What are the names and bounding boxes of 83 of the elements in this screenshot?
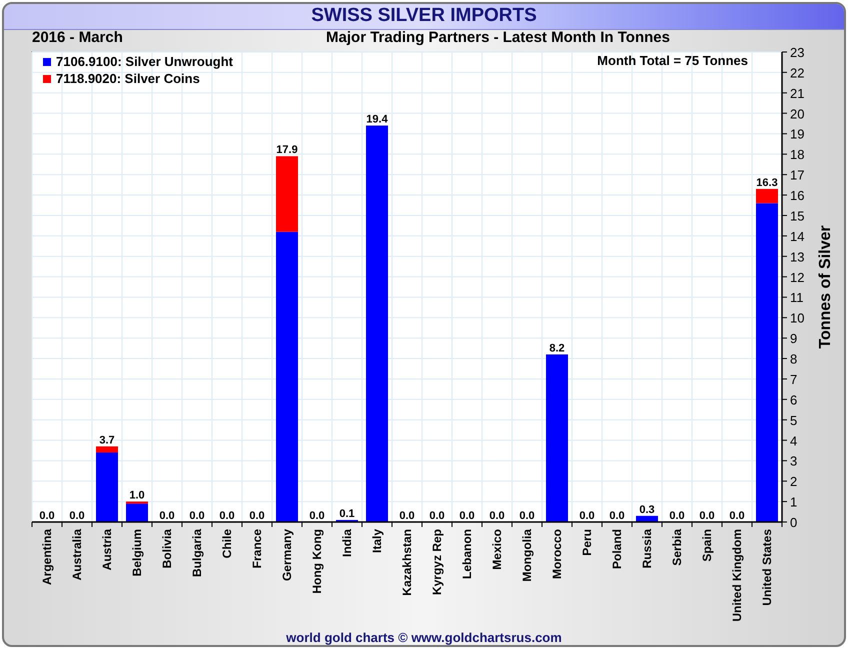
category-label: Serbia (670, 529, 684, 566)
category-label: Spain (700, 529, 714, 562)
y-tick-label: 19 (790, 126, 804, 142)
category-label: Peru (580, 529, 594, 556)
value-label: 0.0 (189, 510, 205, 522)
y-tick-label: 4 (790, 433, 798, 448)
category-label: United Kingdom (730, 529, 744, 622)
value-label: 0.0 (429, 510, 445, 522)
value-label: 0.0 (609, 510, 625, 522)
y-tick-label: 16 (790, 188, 804, 204)
legend-label: 7118.9020: Silver Coins (56, 71, 200, 86)
y-tick-label: 9 (790, 331, 798, 346)
category-label: United States (760, 529, 774, 606)
bar (336, 520, 358, 522)
category-label: India (340, 529, 354, 558)
y-axis-title: Tonnes of Silver (817, 225, 834, 349)
value-label: 0.0 (69, 510, 85, 522)
month-total-label: Month Total = 75 Tonnes (597, 53, 748, 68)
category-label: Australia (70, 529, 84, 580)
value-label: 0.0 (489, 510, 505, 522)
value-label: 0.0 (39, 510, 55, 522)
value-label: 8.2 (549, 342, 565, 354)
category-label: Bulgaria (190, 529, 204, 578)
y-tick-label: 15 (790, 208, 804, 224)
y-tick-label: 17 (790, 168, 804, 183)
period-label: 2016 - March (32, 28, 124, 48)
y-tick-label: 20 (790, 106, 804, 122)
value-label: 0.0 (219, 510, 235, 522)
y-tick-label: 14 (790, 228, 804, 244)
chart-subtitle: Major Trading Partners - Latest Month In Tonnes (325, 28, 671, 48)
y-tick-label: 18 (790, 147, 804, 162)
category-label: Chile (220, 529, 234, 558)
category-label: Hong Kong (310, 529, 324, 594)
y-tick-label: 3 (790, 454, 798, 469)
value-label: 17.9 (276, 144, 298, 156)
value-label: 0.0 (579, 510, 595, 522)
category-label: Kyrgyz Rep (430, 529, 444, 596)
value-label: 0.0 (159, 510, 175, 522)
y-tick-label: 2 (790, 474, 798, 490)
category-label: France (250, 529, 264, 568)
category-label: Mongolia (520, 529, 534, 582)
y-tick-label: 23 (790, 46, 804, 60)
y-tick-label: 11 (790, 290, 804, 306)
value-label: 0.0 (729, 510, 745, 522)
legend-label: 7106.9100: Silver Unwrought (56, 54, 234, 69)
y-tick-label: 10 (790, 310, 804, 326)
value-label: 0.0 (669, 510, 685, 522)
category-label: Lebanon (460, 529, 474, 579)
y-tick-label: 21 (790, 86, 804, 101)
footer-credit: world gold charts © www.goldchartsrus.com (286, 630, 562, 645)
value-label: 0.3 (639, 504, 655, 516)
y-tick-label: 5 (790, 412, 798, 428)
value-label: 19.4 (366, 114, 388, 126)
value-label: 16.3 (756, 176, 778, 189)
category-label: Italy (370, 529, 384, 554)
category-label: Morocco (550, 529, 564, 580)
y-tick-label: 6 (790, 392, 798, 408)
value-label: 1.0 (129, 490, 145, 502)
category-label: Russia (640, 529, 654, 568)
category-label: Bolivia (160, 529, 174, 568)
value-label: 0.0 (399, 510, 415, 522)
y-tick-label: 0 (790, 515, 798, 530)
y-tick-label: 22 (790, 65, 804, 80)
y-tick-label: 12 (790, 270, 804, 285)
y-tick-label: 1 (790, 494, 798, 510)
value-label: 0.0 (249, 510, 265, 522)
chart-title: SWISS SILVER IMPORTS (311, 4, 537, 28)
value-label: 0.1 (339, 508, 355, 520)
value-label: 0.0 (519, 510, 535, 522)
value-label: 0.0 (309, 510, 325, 522)
category-label: Mexico (490, 529, 504, 570)
y-tick-label: 7 (790, 372, 798, 387)
category-label: Germany (280, 529, 294, 582)
y-tick-label: 13 (790, 249, 804, 264)
category-label: Poland (610, 529, 624, 570)
value-label: 0.0 (699, 510, 715, 522)
category-label: Austria (100, 529, 114, 570)
category-label: Kazakhstan (400, 529, 414, 596)
category-label: Belgium (130, 529, 144, 576)
category-label: Argentina (40, 529, 54, 586)
y-tick-label: 8 (790, 352, 798, 367)
value-label: 3.7 (99, 434, 115, 446)
value-label: 0.0 (459, 510, 475, 522)
